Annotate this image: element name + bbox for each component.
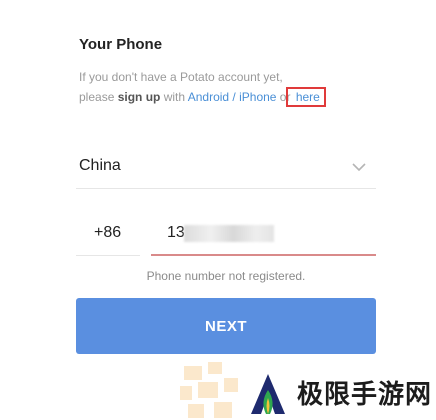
sign-up-text: sign up — [117, 90, 161, 104]
here-link[interactable]: here — [296, 90, 320, 104]
error-message: Phone number not registered. — [146, 269, 306, 283]
watermark-text: 极限手游网 — [297, 380, 433, 410]
info-line1: If you don't have a Potato account yet, — [79, 70, 283, 84]
next-button[interactable]: NEXT — [76, 298, 376, 354]
flame-logo-icon — [251, 374, 285, 414]
watermark-pattern — [180, 362, 240, 420]
country-code: +86 — [94, 224, 122, 241]
signup-info: If you don't have a Potato account yet, … — [79, 67, 379, 107]
country-value: China — [79, 157, 121, 174]
phone-number-input[interactable]: 13 — [151, 217, 376, 256]
android-iphone-link[interactable]: Android / iPhone — [188, 90, 277, 104]
redacted-digits — [184, 225, 274, 242]
phone-number-value: 13 — [167, 224, 185, 241]
country-select[interactable]: China — [76, 148, 376, 189]
page-title: Your Phone — [79, 36, 163, 53]
here-highlight-box: here — [285, 87, 326, 107]
info-please: please — [79, 90, 118, 104]
chevron-down-icon — [352, 163, 366, 172]
country-code-field[interactable]: +86 — [76, 217, 140, 256]
info-with: with — [160, 90, 188, 104]
